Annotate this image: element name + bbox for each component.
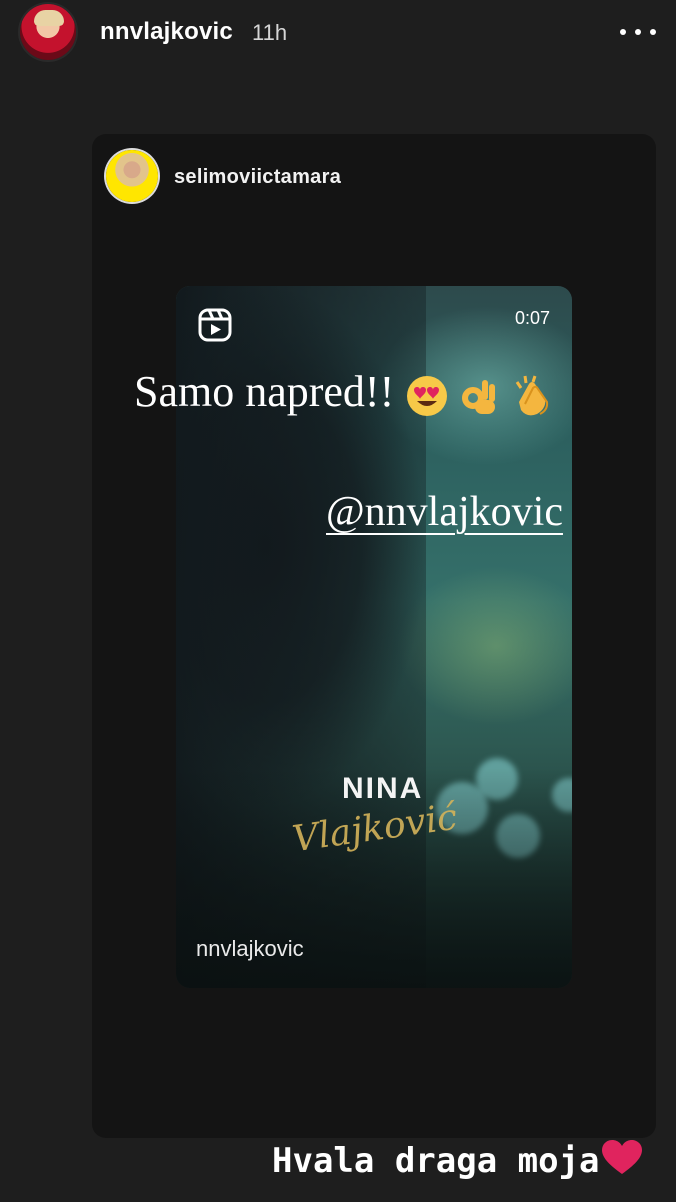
caption-text: Samo napred!! (134, 367, 395, 416)
reply-text-label: Hvala draga moja (272, 1141, 600, 1181)
reply-text: Hvala draga moja (272, 1140, 642, 1181)
mention-link[interactable]: @nnvlajkovic (326, 488, 563, 536)
red-heart-emoji-icon (601, 1140, 642, 1174)
avatar-hair (34, 10, 64, 26)
story-caption: Samo napred!! (134, 366, 555, 420)
story-header: nnvlajkovic 11h (0, 0, 676, 70)
shared-author-avatar[interactable] (106, 150, 158, 202)
dot (650, 29, 656, 35)
shared-author-username[interactable]: selimoviictamara (174, 166, 341, 189)
author-avatar[interactable] (20, 4, 76, 60)
dot (620, 29, 626, 35)
more-icon[interactable] (620, 22, 656, 42)
ok-hand-emoji-icon (462, 379, 496, 414)
author-username[interactable]: nnvlajkovic (100, 18, 233, 46)
heart-eyes-emoji-icon (407, 375, 448, 416)
reels-icon (198, 308, 232, 342)
dot (635, 29, 641, 35)
reel-owner-username[interactable]: nnvlajkovic (196, 936, 304, 962)
reel-duration: 0:07 (514, 308, 550, 328)
clapping-hands-emoji-icon (516, 375, 549, 416)
reel-title-text: NINA (342, 772, 424, 805)
post-time: 11h (252, 20, 288, 45)
